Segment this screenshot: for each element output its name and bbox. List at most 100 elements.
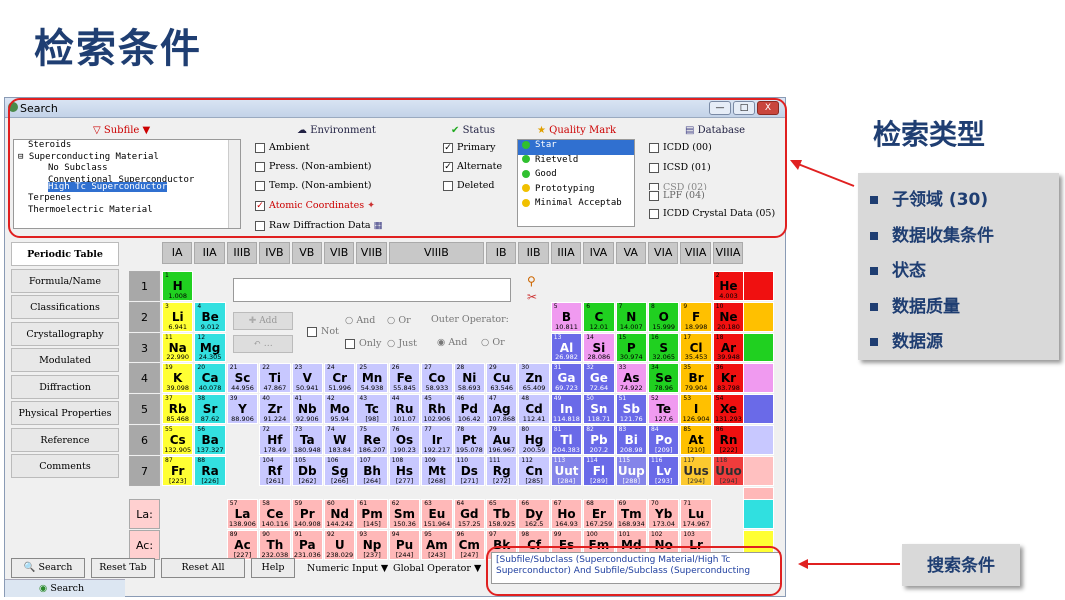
- only-check[interactable]: Only: [345, 338, 381, 349]
- group-header[interactable]: IIB: [518, 242, 549, 264]
- group-header[interactable]: VIIB: [356, 242, 387, 264]
- element-ne[interactable]: 10 Ne 20.180: [712, 301, 745, 332]
- element-cu[interactable]: 29 Cu 63.546: [486, 363, 518, 394]
- element-cr[interactable]: 24 Cr 51.996: [324, 363, 356, 394]
- element-eu[interactable]: 63 Eu 151.964: [421, 498, 453, 529]
- period-header[interactable]: 2: [129, 301, 160, 332]
- legend-swatch[interactable]: [743, 498, 774, 529]
- and-radio[interactable]: ○ And: [345, 315, 375, 326]
- element-br[interactable]: 35 Br 79.904: [680, 363, 712, 394]
- period-header[interactable]: 4: [129, 363, 160, 394]
- element-pt[interactable]: 78 Pt 195.078: [453, 425, 485, 455]
- element-lu[interactable]: 71 Lu 174.967: [680, 498, 712, 529]
- element-gd[interactable]: 64 Gd 157.25: [453, 498, 485, 529]
- group-header[interactable]: IVA: [583, 242, 614, 264]
- element-ti[interactable]: 22 Ti 47.867: [259, 363, 291, 394]
- element-sm[interactable]: 62 Sm 150.36: [388, 498, 421, 529]
- element-se[interactable]: 34 Se 78.96: [648, 363, 680, 394]
- element-ni[interactable]: 28 Ni 58.693: [453, 363, 485, 394]
- element-er[interactable]: 68 Er 167.259: [583, 498, 615, 529]
- element-mt[interactable]: 109 Mt [268]: [421, 455, 453, 486]
- element-rb[interactable]: 37 Rb 85.468: [162, 394, 194, 424]
- element-uut[interactable]: 113 Uut [284]: [550, 455, 583, 486]
- element-fr[interactable]: 87 Fr [223]: [162, 455, 194, 486]
- element-lv[interactable]: 116 Lv [293]: [648, 455, 680, 486]
- element-ge[interactable]: 32 Ge 72.64: [583, 363, 615, 394]
- element-in[interactable]: 49 In 114.818: [550, 394, 583, 424]
- period-header[interactable]: 1: [129, 271, 160, 301]
- outer-and-radio[interactable]: ◉ And: [437, 337, 467, 348]
- not-check[interactable]: Not: [307, 326, 339, 337]
- element-tm[interactable]: 69 Tm 168.934: [615, 498, 647, 529]
- element-f[interactable]: 9 F 18.998: [680, 301, 712, 332]
- element-la[interactable]: 57 La 138.906: [226, 498, 259, 529]
- legend-swatch[interactable]: [743, 363, 774, 394]
- group-header[interactable]: IIIA: [550, 242, 582, 264]
- period-header[interactable]: 3: [129, 332, 160, 363]
- clear-filter-icon[interactable]: ✂: [527, 290, 537, 304]
- element-yb[interactable]: 70 Yb 173.04: [648, 498, 680, 529]
- element-pa[interactable]: 91 Pa 231.036: [291, 529, 323, 560]
- group-header[interactable]: IIA: [194, 242, 225, 264]
- element-ir[interactable]: 77 Ir 192.217: [421, 425, 453, 455]
- element-tc[interactable]: 43 Tc [98]: [356, 394, 388, 424]
- period-header[interactable]: 6: [129, 425, 160, 455]
- element-mo[interactable]: 42 Mo 95.94: [324, 394, 356, 424]
- element-w[interactable]: 74 W 183.84: [324, 425, 356, 455]
- element-hf[interactable]: 72 Hf 178.49: [259, 425, 291, 455]
- taskbar-search-item[interactable]: ◉ Search: [39, 583, 84, 594]
- add-button[interactable]: ✚ Add: [233, 312, 293, 330]
- element-v[interactable]: 23 V 50.941: [291, 363, 323, 394]
- element-rg[interactable]: 111 Rg [272]: [486, 455, 518, 486]
- group-header[interactable]: VIA: [648, 242, 679, 264]
- element-sr[interactable]: 38 Sr 87.62: [194, 394, 226, 424]
- element-sg[interactable]: 106 Sg [266]: [324, 455, 356, 486]
- element-cl[interactable]: 17 Cl 35.453: [680, 332, 712, 363]
- group-header[interactable]: IA: [162, 242, 193, 264]
- group-header[interactable]: VIIIB: [388, 242, 484, 264]
- element-na[interactable]: 11 Na 22.990: [162, 332, 194, 363]
- group-header[interactable]: IVB: [259, 242, 290, 264]
- element-i[interactable]: 53 I 126.904: [680, 394, 712, 424]
- legend-swatch[interactable]: [743, 394, 774, 424]
- element-ac[interactable]: 89 Ac [227]: [226, 529, 259, 560]
- element-ar[interactable]: 18 Ar 39.948: [712, 332, 745, 363]
- element-uup[interactable]: 115 Uup [288]: [615, 455, 647, 486]
- group-header[interactable]: IIIB: [226, 242, 258, 264]
- element-xe[interactable]: 54 Xe 131.293: [712, 394, 745, 424]
- element-ra[interactable]: 88 Ra [226]: [194, 455, 226, 486]
- element-hs[interactable]: 108 Hs [277]: [388, 455, 421, 486]
- element-y[interactable]: 39 Y 88.906: [226, 394, 259, 424]
- or-radio[interactable]: ○ Or: [387, 315, 411, 326]
- legend-swatch[interactable]: [743, 332, 774, 363]
- element-fe[interactable]: 26 Fe 55.845: [388, 363, 421, 394]
- element-rh[interactable]: 45 Rh 102.906: [421, 394, 453, 424]
- element-tb[interactable]: 65 Tb 158.925: [486, 498, 518, 529]
- element-li[interactable]: 3 Li 6.941: [162, 301, 194, 332]
- element-s[interactable]: 16 S 32.065: [648, 332, 680, 363]
- element-ds[interactable]: 110 Ds [271]: [453, 455, 485, 486]
- element-pb[interactable]: 82 Pb 207.2: [583, 425, 615, 455]
- element-re[interactable]: 75 Re 186.207: [356, 425, 388, 455]
- element-hg[interactable]: 80 Hg 200.59: [518, 425, 550, 455]
- element-pr[interactable]: 59 Pr 140.908: [291, 498, 323, 529]
- element-pm[interactable]: 61 Pm [145]: [356, 498, 388, 529]
- element-rn[interactable]: 86 Rn [222]: [712, 425, 745, 455]
- element-sb[interactable]: 51 Sb 121.76: [615, 394, 647, 424]
- funnel-icon[interactable]: ⚲: [527, 274, 536, 288]
- reset-all-button[interactable]: Reset All: [161, 558, 245, 578]
- element-mn[interactable]: 25 Mn 54.938: [356, 363, 388, 394]
- just-radio[interactable]: ○ Just: [387, 338, 417, 349]
- group-header[interactable]: IB: [486, 242, 517, 264]
- element-bh[interactable]: 107 Bh [264]: [356, 455, 388, 486]
- element-c[interactable]: 6 C 12.01: [583, 301, 615, 332]
- period-header[interactable]: 5: [129, 394, 160, 424]
- element-cm[interactable]: 96 Cm [247]: [453, 529, 485, 560]
- element-ru[interactable]: 44 Ru 101.07: [388, 394, 421, 424]
- group-header[interactable]: VIIIA: [712, 242, 744, 264]
- element-ba[interactable]: 56 Ba 137.327: [194, 425, 226, 455]
- element-au[interactable]: 79 Au 196.967: [486, 425, 518, 455]
- element-kr[interactable]: 36 Kr 83.798: [712, 363, 745, 394]
- element-h[interactable]: 1 H 1.008: [162, 271, 194, 301]
- element-sn[interactable]: 50 Sn 118.71: [583, 394, 615, 424]
